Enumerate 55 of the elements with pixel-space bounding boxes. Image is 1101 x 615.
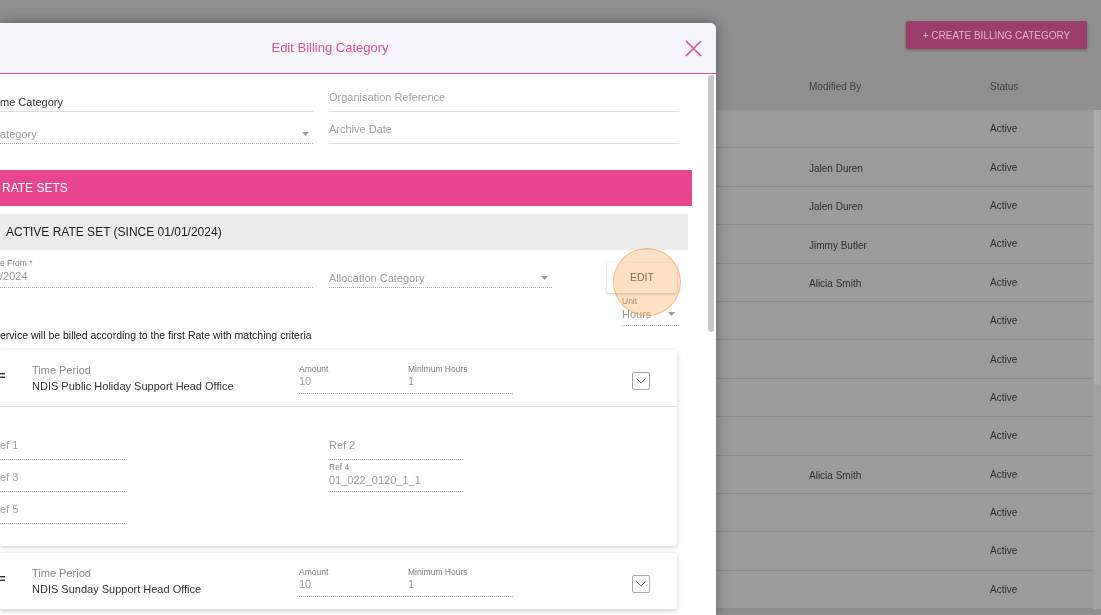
rate-set-title: ACTIVE RATE SET (SINCE 01/01/2024) <box>6 224 222 241</box>
chevron-down-icon <box>636 581 646 587</box>
field-label: e From * <box>0 258 33 268</box>
billing-note: ervice will be billed according to the first Rate with matching criteria <box>0 328 312 342</box>
field-label: Amount <box>299 566 329 577</box>
field-label: Ref 4 <box>329 462 350 472</box>
status-text: Active <box>990 122 1018 137</box>
drag-handle-icon[interactable] <box>0 575 5 581</box>
drag-handle-icon[interactable] <box>0 372 5 378</box>
column-header[interactable]: Modified By <box>809 81 862 92</box>
scrollbar[interactable] <box>1093 110 1101 610</box>
status-text: Active <box>990 429 1018 444</box>
input-field[interactable]: Archive Date <box>329 121 679 144</box>
caret-icon <box>668 312 675 316</box>
modified-by-text: Jalen Duren <box>809 201 863 213</box>
input-field[interactable]: me Category <box>0 94 313 112</box>
status-text: Active <box>990 352 1018 367</box>
time-period-label: Time Period <box>32 565 91 581</box>
modified-by-text: Alicia Smith <box>809 470 862 482</box>
caret-icon <box>302 132 309 136</box>
expand-button[interactable] <box>632 575 650 593</box>
create-billing-category-button[interactable]: + CREATE BILLING CATEGORY <box>906 21 1087 49</box>
input-field[interactable]: Organisation Reference <box>329 89 679 112</box>
status-text: Active <box>990 582 1018 597</box>
field-label: Amount <box>299 363 329 374</box>
modified-by-text: Alicia Smith <box>809 278 862 290</box>
expand-button[interactable] <box>632 372 650 390</box>
caret-icon <box>541 276 548 280</box>
status-text: Active <box>990 237 1018 252</box>
close-icon <box>684 39 702 57</box>
chevron-down-icon <box>636 378 646 384</box>
field-label: Minimum Hours <box>408 566 468 577</box>
edit-button[interactable]: EDIT <box>607 263 677 293</box>
time-period-value: NDIS Sunday Support Head Office <box>32 581 202 597</box>
status-text: Active <box>990 467 1018 482</box>
scrollbar-thumb[interactable] <box>708 75 714 332</box>
scrollbar-thumb[interactable] <box>1094 110 1100 385</box>
time-period-value: NDIS Public Holiday Support Head Office <box>32 378 234 394</box>
dialog-title: Edit Billing Category <box>271 39 389 58</box>
status-text: Active <box>990 544 1018 559</box>
status-text: Active <box>990 390 1018 405</box>
status-text: Active <box>990 506 1018 521</box>
field-label: Minimum Hours <box>408 363 468 374</box>
modified-by-text: Jimmy Butler <box>809 239 867 251</box>
section-title: RATE SETS <box>2 180 68 197</box>
status-text: Active <box>990 275 1018 290</box>
field-label: Unit <box>622 296 638 306</box>
rate-set-header[interactable]: ACTIVE RATE SET (SINCE 01/01/2024) <box>0 214 688 250</box>
status-text: Active <box>990 198 1018 213</box>
status-text: Active <box>990 160 1018 175</box>
column-header[interactable]: Status <box>990 81 1019 92</box>
status-text: Active <box>990 314 1018 329</box>
modified-by-text: Jalen Duren <box>809 163 863 175</box>
close-button[interactable] <box>683 38 703 58</box>
time-period-label: Time Period <box>32 362 91 378</box>
